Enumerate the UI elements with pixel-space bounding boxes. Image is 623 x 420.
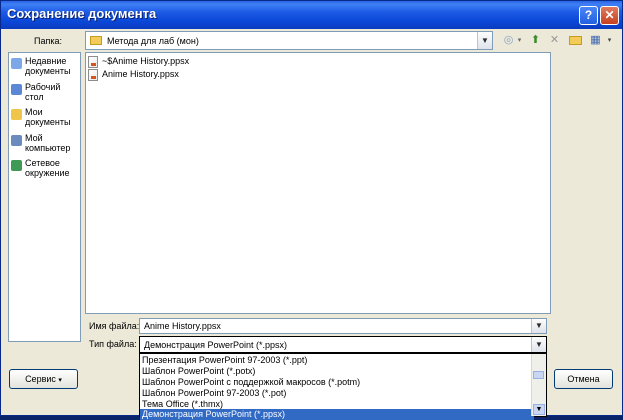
folder-label: Папка: — [34, 36, 62, 46]
ppsx-file-icon — [88, 69, 98, 81]
folder-icon — [90, 36, 102, 45]
chevron-down-icon: ▾ — [58, 377, 62, 384]
place-label: Недавние документы — [25, 56, 71, 76]
folder-value: Метода для лаб (мон) — [107, 36, 199, 46]
ppsx-file-icon — [88, 56, 98, 68]
filetype-dropdown-arrow[interactable]: ▼ — [531, 337, 546, 352]
service-label: Сервис — [25, 374, 56, 384]
filename-label: Имя файла: — [89, 321, 140, 331]
my-documents-icon — [11, 109, 22, 120]
my-computer-icon — [11, 135, 22, 146]
place-label: Сетевое окружение — [25, 158, 70, 178]
file-name: ~$Anime History.ppsx — [102, 56, 190, 66]
file-list[interactable]: ~$Anime History.ppsx Anime History.ppsx — [85, 52, 551, 314]
place-label: Рабочий стол — [25, 82, 61, 102]
back-dropdown-icon[interactable]: ▾ — [511, 32, 528, 49]
help-button[interactable]: ? — [579, 6, 598, 25]
places-bar: Недавние документы Рабочий стол Мои доку… — [8, 52, 81, 342]
filename-dropdown-arrow[interactable]: ▼ — [531, 319, 546, 333]
filetype-dropdown-list[interactable]: Презентация PowerPoint 97-2003 (*.ppt) Ш… — [139, 353, 547, 420]
filetype-option[interactable]: Презентация PowerPoint 97-2003 (*.ppt) — [140, 355, 534, 366]
title-bar: Сохранение документа ? ✕ — [1, 1, 622, 29]
filetype-option[interactable]: Шаблон PowerPoint 97-2003 (*.pot) — [140, 388, 534, 399]
desktop-icon — [11, 84, 22, 95]
place-label: Мои документы — [25, 107, 71, 127]
new-folder-icon[interactable] — [567, 32, 584, 49]
place-my-computer[interactable]: Мой компьютер — [11, 133, 81, 157]
filetype-value: Демонстрация PowerPoint (*.ppsx) — [144, 340, 287, 350]
place-label: Мой компьютер — [25, 133, 71, 153]
filename-input[interactable]: Anime History.ppsx ▼ — [139, 318, 547, 334]
filetype-label: Тип файла: — [89, 339, 137, 349]
place-desktop[interactable]: Рабочий стол — [11, 82, 81, 106]
scroll-down-icon[interactable]: ▼ — [533, 404, 545, 415]
file-name: Anime History.ppsx — [102, 69, 179, 79]
close-button[interactable]: ✕ — [600, 6, 619, 25]
place-recent-documents[interactable]: Недавние документы — [11, 56, 81, 80]
delete-icon[interactable]: ✕ — [546, 32, 563, 49]
service-button[interactable]: Сервис ▾ — [9, 369, 78, 389]
folder-dropdown-arrow[interactable]: ▼ — [477, 32, 492, 49]
network-icon — [11, 160, 22, 171]
scrollbar-thumb[interactable] — [533, 371, 544, 379]
folder-combobox[interactable]: Метода для лаб (мон) ▼ — [85, 31, 493, 50]
dropdown-scrollbar[interactable]: ▼ — [531, 354, 546, 416]
up-folder-icon[interactable]: ⬆ — [527, 32, 544, 49]
filetype-option[interactable]: Шаблон PowerPoint (*.potx) — [140, 366, 534, 377]
filetype-select[interactable]: Демонстрация PowerPoint (*.ppsx) ▼ — [139, 336, 547, 353]
filename-value: Anime History.ppsx — [144, 321, 221, 331]
filetype-option[interactable]: Шаблон PowerPoint с поддержкой макросов … — [140, 377, 534, 388]
place-network[interactable]: Сетевое окружение — [11, 158, 81, 182]
views-dropdown-icon[interactable]: ▾ — [601, 32, 618, 49]
dialog-title: Сохранение документа — [7, 6, 157, 21]
save-dialog: Сохранение документа ? ✕ Папка: Метода д… — [0, 0, 623, 420]
place-my-documents[interactable]: Мои документы — [11, 107, 81, 131]
filetype-option-selected[interactable]: Демонстрация PowerPoint (*.ppsx) — [140, 409, 534, 420]
recent-documents-icon — [11, 58, 22, 69]
cancel-button[interactable]: Отмена — [554, 369, 613, 389]
